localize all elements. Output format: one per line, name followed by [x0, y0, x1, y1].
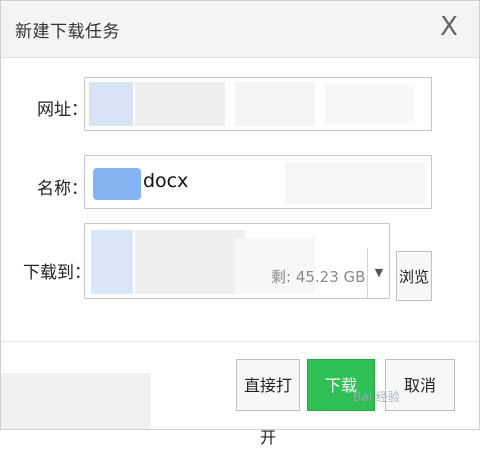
url-label: 网址：	[37, 100, 88, 120]
watermark: Bai 经验	[353, 390, 400, 404]
close-icon[interactable]: X	[435, 12, 463, 42]
footer-separator	[1, 341, 479, 342]
saveto-dropdown[interactable]: 剩: 45.23 GB ▼	[84, 223, 390, 299]
chevron-down-icon[interactable]: ▼	[367, 248, 390, 298]
saveto-blur-1	[91, 230, 133, 294]
open-directly-button[interactable]: 直接打开	[236, 359, 300, 447]
footer-blur	[1, 373, 151, 429]
dialog-title: 新建下载任务	[15, 22, 120, 42]
filename-field[interactable]: docx	[84, 155, 432, 209]
browse-button[interactable]: 浏览	[396, 251, 432, 301]
url-blur-2	[135, 82, 225, 126]
url-blur-3	[235, 82, 315, 126]
url-field[interactable]	[84, 77, 432, 131]
saveto-label: 下载到：	[23, 263, 91, 283]
free-space-text: 剩: 45.23 GB	[271, 268, 366, 286]
saveto-blur-2	[135, 230, 245, 294]
filename-right-blur	[285, 162, 425, 204]
url-blur-4	[325, 84, 415, 124]
filename-text: docx	[143, 170, 189, 192]
filename-blur	[93, 168, 141, 200]
title-bar: 新建下载任务 X	[1, 1, 479, 58]
new-download-dialog: 新建下载任务 X 网址： 名称： docx 下载到： 剩: 45.23 GB ▼…	[0, 0, 480, 447]
url-blur-1	[89, 82, 133, 126]
name-label: 名称：	[37, 179, 88, 199]
